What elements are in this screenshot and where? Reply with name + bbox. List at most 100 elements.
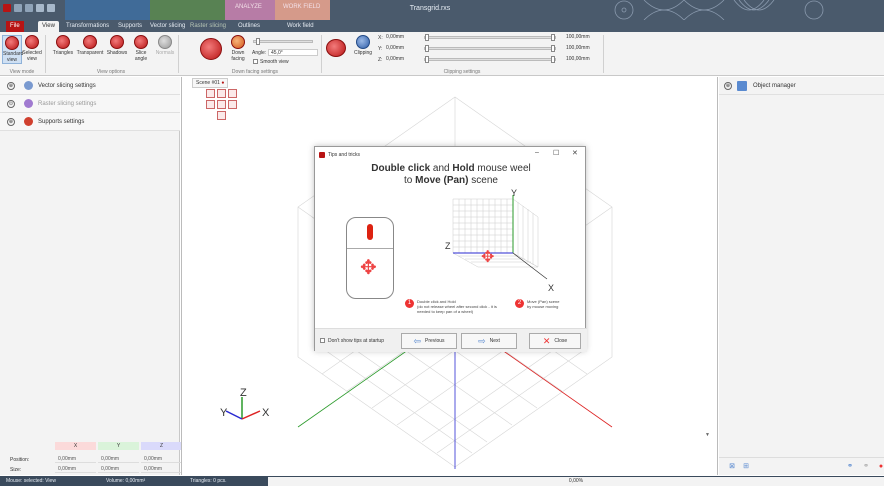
app-icon <box>319 151 325 158</box>
clip-y-min[interactable]: 0,00mm <box>386 45 414 52</box>
close-button[interactable]: ✕ Close <box>529 333 581 349</box>
undo-icon[interactable] <box>14 4 22 12</box>
save-icon[interactable] <box>36 4 44 12</box>
close-label: Close <box>554 338 568 344</box>
vector-slicing-settings-row[interactable]: ⊕ Vector slicing settings <box>0 77 180 95</box>
previous-button[interactable]: ⇦ Previous <box>401 333 457 349</box>
size-label: Size: <box>10 467 22 473</box>
tab-work-field[interactable]: Work field <box>283 21 318 32</box>
object-manager-toolbar: ⊠ ⊞ ⚭ ⚭ ● <box>719 457 884 475</box>
pan-arrows-icon: ✥ <box>481 249 495 266</box>
step-1-desc: (do not release wheel after second click… <box>417 304 497 314</box>
vector-slicing-settings-label: Vector slicing settings <box>38 83 96 89</box>
slice-angle-button[interactable]: Slice angle <box>130 35 152 62</box>
decorative-swirl-icon <box>614 0 824 20</box>
tab-transformations[interactable]: Transformations <box>62 21 113 32</box>
position-z-input[interactable]: 0,00mm <box>141 455 182 463</box>
tab-file[interactable]: File <box>6 21 24 32</box>
triangles-icon <box>56 35 70 49</box>
context-tint-blue <box>65 0 150 20</box>
normals-button[interactable]: Normals <box>154 35 176 56</box>
clip-z-max-knob[interactable] <box>551 56 555 63</box>
transparent-label: Transparent <box>76 50 104 56</box>
app-logo-icon[interactable] <box>3 4 11 12</box>
pan-grid-illustration <box>452 195 548 280</box>
size-y-input[interactable]: 0,00mm <box>98 465 139 473</box>
clip-z-min[interactable]: 0,00mm <box>386 56 414 63</box>
minimize-button[interactable]: – <box>535 149 539 156</box>
step-2-desc: by mouse moving <box>527 304 559 309</box>
gizmo-x-label: X <box>262 407 270 419</box>
standard-view-button[interactable]: Standard view <box>2 35 23 64</box>
object-manager-title: Object manager <box>753 83 796 89</box>
clip-y-slider[interactable] <box>424 45 556 52</box>
clip-y-min-knob[interactable] <box>425 45 429 52</box>
tab-outlines[interactable]: Outlines <box>234 21 264 32</box>
select-all-icon[interactable]: ⊠ <box>727 462 737 472</box>
heading-dblclick: Double click <box>371 163 431 174</box>
clip-y-max[interactable]: 100,00mm <box>566 45 598 52</box>
clip-y-max-knob[interactable] <box>551 45 555 52</box>
position-y-input[interactable]: 0,00mm <box>98 455 139 463</box>
down-facing-button[interactable]: Down facing <box>228 35 248 62</box>
context-analyze-label: ANALYZE <box>235 4 262 10</box>
expand-icon[interactable]: ⊕ <box>7 82 15 90</box>
column-x-header: X <box>55 442 96 450</box>
legend-step-1: 1 Double click and Hold (do not release w… <box>405 299 505 314</box>
customize-icon[interactable] <box>47 4 55 12</box>
shadows-label: Shadows <box>106 50 128 56</box>
selected-view-button[interactable]: Selected view <box>22 35 42 62</box>
transparent-button[interactable]: Transparent <box>76 35 104 56</box>
scroll-arrow-icon[interactable]: ▼ <box>705 432 710 438</box>
delete-icon[interactable]: ● <box>876 462 884 472</box>
redo-icon[interactable] <box>25 4 33 12</box>
heading-and: and <box>430 163 453 174</box>
dialog-axis-y: Y <box>511 188 518 198</box>
clip-x-slider[interactable] <box>424 34 556 41</box>
clipping-button[interactable]: Clipping <box>350 35 376 56</box>
tab-view[interactable]: View <box>38 21 59 32</box>
slider-knob[interactable] <box>256 38 260 45</box>
gizmo-y-label: Y <box>220 407 228 419</box>
clip-z-slider[interactable] <box>424 56 556 63</box>
shadows-button[interactable]: Shadows <box>106 35 128 56</box>
clip-z-max[interactable]: 100,00mm <box>566 56 598 63</box>
dialog-footer: Don't show tips at startup ⇦ Previous ⇨ … <box>315 328 587 352</box>
tab-vector-slicing[interactable]: Vector slicing <box>146 21 189 32</box>
clip-x-max-knob[interactable] <box>551 34 555 41</box>
tab-raster-slicing[interactable]: Raster slicing <box>186 21 230 32</box>
next-button[interactable]: ⇨ Next <box>461 333 517 349</box>
heading-scene: scene <box>468 175 498 186</box>
expand-icon[interactable]: ⊙ <box>7 100 15 108</box>
selected-view-label: Selected view <box>22 50 42 62</box>
position-x-input[interactable]: 0,00mm <box>55 455 96 463</box>
unlink-icon[interactable]: ⚭ <box>861 462 871 472</box>
object-manager-icon <box>737 81 747 91</box>
clip-x-max[interactable]: 100,00mm <box>566 34 598 41</box>
previous-label: Previous <box>425 338 445 344</box>
maximize-button[interactable]: ☐ <box>553 149 559 157</box>
raster-slicing-settings-row[interactable]: ⊙ Raster slicing settings <box>0 95 180 113</box>
clip-x-min-knob[interactable] <box>425 34 429 41</box>
expand-icon[interactable]: ⊕ <box>724 82 732 90</box>
supports-settings-row[interactable]: ⊕ Supports settings <box>0 113 180 131</box>
smooth-view-checkbox[interactable] <box>253 59 258 64</box>
size-x-input[interactable]: 0,00mm <box>55 465 96 473</box>
down-facing-large-icon <box>200 38 222 60</box>
clipping-icon <box>356 35 370 49</box>
triangles-button[interactable]: Triangles <box>52 35 74 56</box>
dont-show-checkbox[interactable] <box>320 338 325 343</box>
group-clipping: Clipping settings <box>443 69 481 75</box>
angle-input[interactable]: 45,0° <box>268 49 318 56</box>
tab-supports[interactable]: Supports <box>114 21 146 32</box>
down-facing-slider[interactable] <box>253 38 313 45</box>
clip-z-min-knob[interactable] <box>425 56 429 63</box>
link-icon[interactable]: ⚭ <box>845 462 855 472</box>
clip-x-min[interactable]: 0,00mm <box>386 34 414 41</box>
object-manager-header[interactable]: ⊕ Object manager <box>719 77 884 95</box>
group-icon[interactable]: ⊞ <box>741 462 751 472</box>
status-triangles: Triangles: 0 pcs. <box>190 478 227 484</box>
close-window-button[interactable]: ✕ <box>572 149 578 157</box>
size-z-input[interactable]: 0,00mm <box>141 465 182 473</box>
expand-icon[interactable]: ⊕ <box>7 118 15 126</box>
